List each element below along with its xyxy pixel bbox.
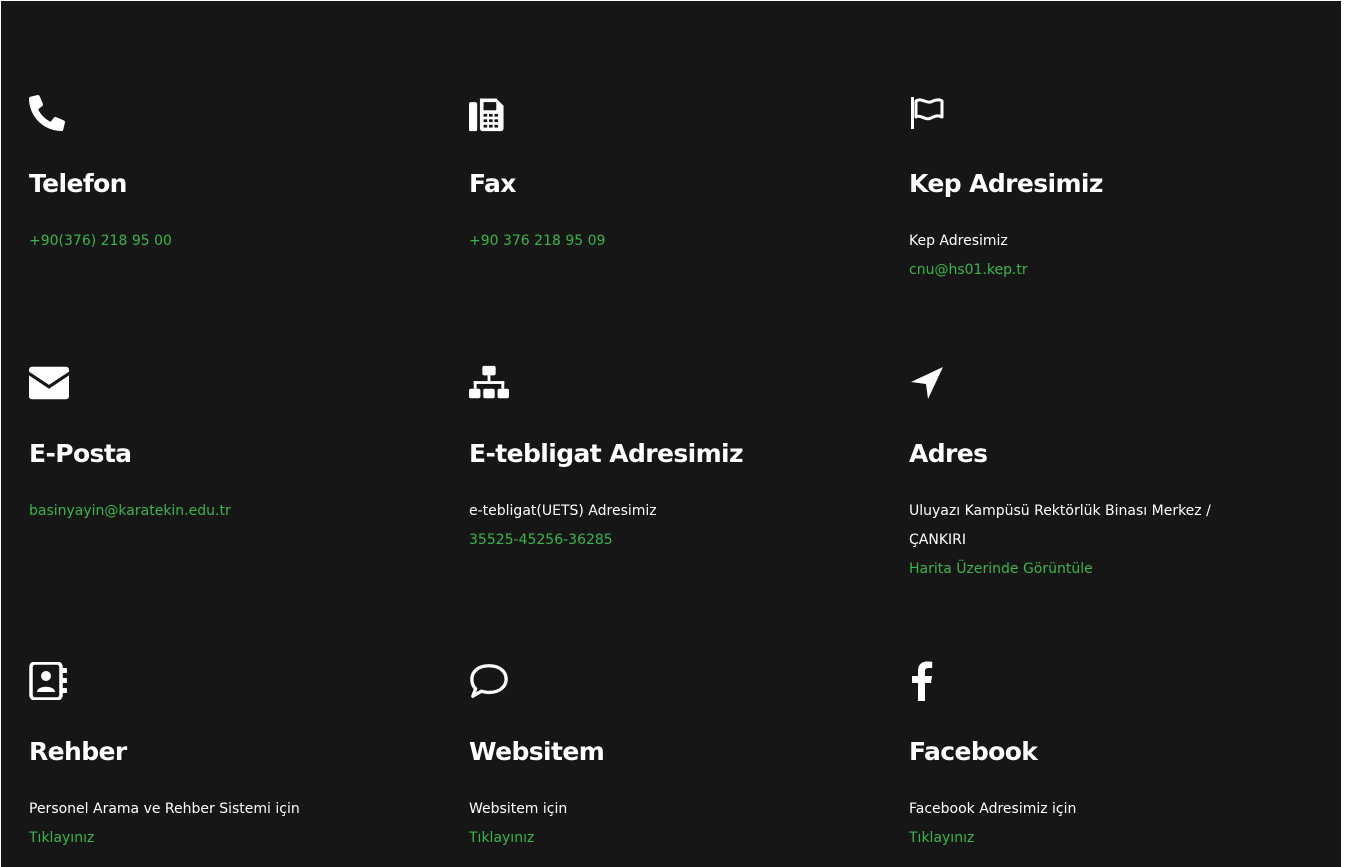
contact-card-title: Rehber <box>29 737 127 766</box>
rehber-link[interactable]: Tıklayınız <box>29 824 419 853</box>
phone-link[interactable]: +90(376) 218 95 00 <box>29 227 419 256</box>
fax-link[interactable]: +90 376 218 95 09 <box>469 227 859 256</box>
email-link[interactable]: basinyayin@karatekin.edu.tr <box>29 497 419 526</box>
envelope-icon <box>29 363 69 403</box>
facebook-link[interactable]: Tıklayınız <box>909 824 1299 853</box>
contact-card-title: Telefon <box>29 169 127 198</box>
facebook-icon <box>909 661 949 701</box>
contact-card-lines: e-tebligat(UETS) Adresimiz 35525-45256-3… <box>469 497 859 555</box>
rehber-label: Personel Arama ve Rehber Sistemi için <box>29 801 300 817</box>
location-arrow-icon <box>909 363 949 403</box>
etebligat-link[interactable]: 35525-45256-36285 <box>469 526 859 555</box>
address-text: Uluyazı Kampüsü Rektörlük Binası Merkez … <box>909 503 1211 548</box>
address-book-icon <box>29 661 69 701</box>
phone-icon <box>29 93 69 133</box>
contact-card-lines: Websitem için Tıklayınız <box>469 795 859 853</box>
website-label: Websitem için <box>469 801 568 817</box>
contact-card-lines: Personel Arama ve Rehber Sistemi için Tı… <box>29 795 419 853</box>
contact-card-lines: basinyayin@karatekin.edu.tr <box>29 497 419 526</box>
website-link[interactable]: Tıklayınız <box>469 824 859 853</box>
contact-card-title: E-tebligat Adresimiz <box>469 439 744 468</box>
comment-icon <box>469 661 509 701</box>
contact-card-lines: +90 376 218 95 09 <box>469 227 859 256</box>
flag-icon <box>909 93 949 133</box>
kep-link[interactable]: cnu@hs01.kep.tr <box>909 256 1299 285</box>
fax-icon <box>469 93 509 133</box>
facebook-label: Facebook Adresimiz için <box>909 801 1077 817</box>
contact-card-lines: Facebook Adresimiz için Tıklayınız <box>909 795 1299 853</box>
contact-card-title: E-Posta <box>29 439 132 468</box>
contact-card-title: Websitem <box>469 737 605 766</box>
contact-card-title: Facebook <box>909 737 1038 766</box>
contact-grid: Telefon +90(376) 218 95 00 Fax +90 376 2… <box>1 1 1341 867</box>
contact-card-lines: +90(376) 218 95 00 <box>29 227 419 256</box>
contact-card-title: Fax <box>469 169 516 198</box>
contact-panel: Telefon +90(376) 218 95 00 Fax +90 376 2… <box>0 0 1341 867</box>
contact-card-lines: Uluyazı Kampüsü Rektörlük Binası Merkez … <box>909 497 1299 584</box>
contact-card-lines: Kep Adresimiz cnu@hs01.kep.tr <box>909 227 1299 285</box>
kep-label: Kep Adresimiz <box>909 233 1008 249</box>
sitemap-icon <box>469 363 509 403</box>
contact-card-title: Kep Adresimiz <box>909 169 1103 198</box>
contact-card-title: Adres <box>909 439 988 468</box>
etebligat-label: e-tebligat(UETS) Adresimiz <box>469 503 657 519</box>
map-link[interactable]: Harita Üzerinde Görüntüle <box>909 555 1299 584</box>
